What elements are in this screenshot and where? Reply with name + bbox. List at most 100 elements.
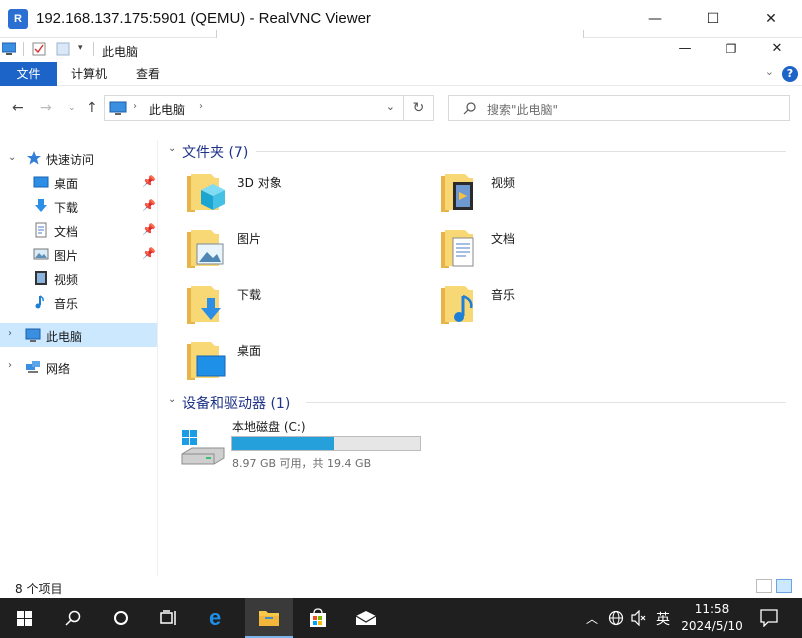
- nav-label-documents: 文档: [54, 225, 79, 239]
- downloads-folder-icon: [187, 286, 221, 324]
- drive-c[interactable]: 本地磁盘 (C:) 8.97 GB 可用，共 19.4 GB: [180, 418, 440, 474]
- edge-button[interactable]: e: [196, 598, 244, 638]
- this-pc-icon: [25, 328, 41, 342]
- folder-label: 桌面: [237, 344, 262, 358]
- address-bar[interactable]: › 此电脑 › ⌄: [104, 95, 404, 121]
- explorer-close-button[interactable]: ✕: [754, 38, 800, 62]
- windows-logo-icon: [17, 611, 32, 626]
- group-divider: [306, 402, 786, 403]
- drive-usage-bar: [231, 436, 421, 451]
- folder-label: 下载: [237, 288, 262, 302]
- folder-downloads[interactable]: 下载: [185, 282, 425, 332]
- this-pc-icon: [109, 101, 127, 115]
- collapsed-chevron-icon[interactable]: ›: [8, 360, 12, 371]
- music-icon: [35, 295, 44, 309]
- nav-item-videos[interactable]: 视频: [0, 266, 157, 290]
- folder-videos[interactable]: 视频: [439, 170, 679, 220]
- forward-arrow-icon[interactable]: →: [40, 100, 52, 116]
- up-arrow-icon[interactable]: ↑: [86, 100, 98, 116]
- nav-item-desktop[interactable]: 桌面 📌: [0, 170, 157, 194]
- pictures-folder-icon: [187, 230, 224, 268]
- expanded-chevron-icon[interactable]: ⌄: [8, 152, 16, 163]
- explorer-minimize-button[interactable]: —: [662, 38, 708, 62]
- group-collapse-chevron-icon[interactable]: ⌄: [168, 394, 176, 405]
- folder-pictures[interactable]: 图片: [185, 226, 425, 276]
- vnc-maximize-button[interactable]: ☐: [684, 0, 742, 38]
- folder-music[interactable]: 音乐: [439, 282, 679, 332]
- quick-access-dropdown-icon[interactable]: ▾: [78, 43, 83, 53]
- content-pane: ⌄ 文件夹 (7) 3D 对象 视频 图片 文档 下载 音乐 桌面 ⌄ 设备和驱…: [160, 130, 802, 576]
- windows-drive-icon: [181, 430, 225, 465]
- properties-icon[interactable]: [32, 42, 46, 56]
- folder-label: 图片: [237, 232, 262, 246]
- nav-item-pictures[interactable]: 图片 📌: [0, 242, 157, 266]
- nav-item-music[interactable]: 音乐: [0, 290, 157, 314]
- search-box[interactable]: 搜索"此电脑": [448, 95, 790, 121]
- nav-this-pc[interactable]: › 此电脑: [0, 323, 157, 347]
- notification-center-icon[interactable]: [760, 609, 778, 627]
- pin-icon[interactable]: 📌: [142, 199, 156, 212]
- folder-documents[interactable]: 文档: [439, 226, 679, 276]
- drive-label: 本地磁盘 (C:): [232, 420, 306, 434]
- nav-label-music: 音乐: [54, 297, 79, 311]
- expand-ribbon-icon[interactable]: ⌄: [765, 65, 774, 78]
- breadcrumb-chevron-icon[interactable]: ›: [199, 101, 203, 112]
- pin-icon[interactable]: 📌: [142, 247, 156, 260]
- network-icon: [26, 361, 40, 373]
- vnc-minimize-button[interactable]: —: [626, 0, 684, 38]
- file-explorer-button[interactable]: [245, 598, 293, 638]
- nav-label-downloads: 下载: [54, 201, 79, 215]
- tab-computer[interactable]: 计算机: [59, 62, 119, 86]
- search-icon: [463, 102, 476, 115]
- network-globe-icon[interactable]: [608, 610, 624, 626]
- start-button[interactable]: [0, 598, 48, 638]
- address-dropdown-icon[interactable]: ⌄: [386, 100, 395, 113]
- explorer-restore-button[interactable]: ❐: [708, 38, 754, 62]
- task-view-button[interactable]: [144, 598, 192, 638]
- store-button[interactable]: [294, 598, 342, 638]
- group-collapse-chevron-icon[interactable]: ⌄: [168, 143, 176, 154]
- group-header-devices[interactable]: 设备和驱动器 (1): [182, 393, 290, 413]
- pin-icon[interactable]: 📌: [142, 175, 156, 188]
- input-method-indicator[interactable]: 英: [656, 609, 670, 629]
- star-icon: [27, 151, 41, 165]
- group-header-folders[interactable]: 文件夹 (7): [182, 142, 248, 162]
- nav-label-this-pc: 此电脑: [46, 330, 83, 344]
- file-explorer-icon: [259, 611, 279, 626]
- breadcrumb-chevron-icon[interactable]: ›: [133, 101, 137, 112]
- back-arrow-icon[interactable]: ←: [12, 100, 24, 116]
- explorer-title-bar: ▾ 此电脑 — ❐ ✕: [0, 38, 802, 62]
- tab-file[interactable]: 文件: [0, 62, 57, 86]
- volume-muted-icon[interactable]: [630, 610, 648, 626]
- show-hidden-icons-chevron-icon[interactable]: ︿: [586, 610, 598, 627]
- music-folder-icon: [441, 286, 473, 324]
- nav-quick-access[interactable]: ⌄ 快速访问: [0, 146, 157, 170]
- explorer-window-title: 此电脑: [102, 45, 139, 59]
- help-icon[interactable]: ?: [782, 66, 798, 82]
- pin-icon[interactable]: 📌: [142, 223, 156, 236]
- new-folder-icon[interactable]: [56, 42, 70, 56]
- vnc-close-button[interactable]: ✕: [742, 0, 800, 38]
- search-button[interactable]: [48, 598, 96, 638]
- tab-view[interactable]: 查看: [124, 62, 172, 86]
- clock[interactable]: 11:58 2024/5/10: [678, 601, 746, 635]
- mail-button[interactable]: [342, 598, 390, 638]
- 3d-objects-folder-icon: [187, 174, 225, 212]
- refresh-button[interactable]: ↻: [404, 95, 434, 121]
- recent-locations-chevron-icon[interactable]: ⌄: [68, 103, 76, 113]
- folder-label: 音乐: [491, 288, 516, 302]
- nav-network[interactable]: › 网络: [0, 355, 157, 379]
- folder-label: 文档: [491, 232, 516, 246]
- cortana-button[interactable]: [96, 598, 144, 638]
- nav-item-downloads[interactable]: 下载 📌: [0, 194, 157, 218]
- nav-item-documents[interactable]: 文档 📌: [0, 218, 157, 242]
- vnc-window-title: 192.168.137.175:5901 (QEMU) - RealVNC Vi…: [36, 10, 371, 27]
- breadcrumb-this-pc[interactable]: 此电脑: [149, 101, 185, 118]
- large-icons-view-icon[interactable]: [776, 579, 792, 593]
- collapsed-chevron-icon[interactable]: ›: [8, 328, 12, 339]
- computer-icon: [2, 42, 16, 55]
- group-divider: [256, 151, 786, 152]
- details-view-icon[interactable]: [756, 579, 772, 593]
- folder-desktop[interactable]: 桌面: [185, 338, 425, 388]
- folder-3d-objects[interactable]: 3D 对象: [185, 170, 425, 220]
